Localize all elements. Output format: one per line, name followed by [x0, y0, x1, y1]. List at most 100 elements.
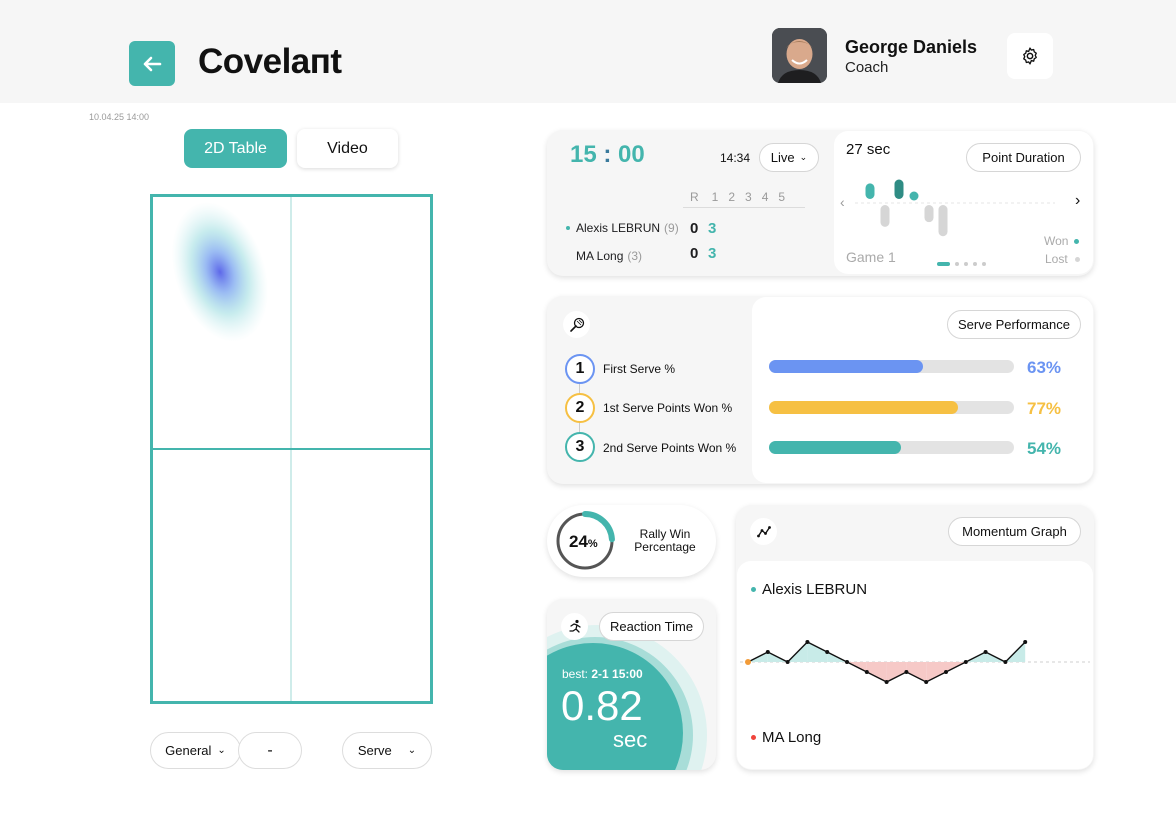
momentum-point	[864, 670, 869, 674]
serve-label-1st-won: 1st Serve Points Won %	[603, 401, 733, 415]
serve-step-2: 2	[565, 393, 595, 423]
reaction-best: best: 2-1 15:00	[562, 667, 643, 681]
serve-bar-2nd-won	[769, 441, 1014, 454]
red-dot	[751, 735, 756, 740]
settings-button[interactable]	[1007, 33, 1053, 79]
reaction-time-button[interactable]: Reaction Time	[599, 612, 704, 641]
chevron-down-icon: ⌄	[799, 152, 808, 162]
player-name: Alexis LEBRUN	[576, 221, 661, 235]
avatar[interactable]	[772, 28, 827, 83]
duration-bar-lost	[924, 205, 934, 223]
serve-label-2nd-won: 2nd Serve Points Won %	[603, 441, 737, 455]
momentum-bottom-player-name: MA Long	[762, 729, 822, 746]
momentum-area	[886, 662, 907, 682]
momentum-point	[785, 660, 790, 664]
running-icon	[561, 613, 588, 640]
momentum-point	[924, 680, 929, 684]
page-dot[interactable]	[982, 262, 986, 266]
serve-pct-1st-won: 77%	[1027, 399, 1062, 418]
avatar-image	[772, 28, 827, 83]
player-game: 3	[708, 220, 717, 237]
live-dropdown-label: Live	[770, 150, 795, 165]
chevron-down-icon: ⌄	[217, 745, 226, 756]
general-filter-label: General	[165, 743, 212, 758]
player-name: MA Long	[576, 249, 624, 263]
filter-separator[interactable]: -	[238, 732, 302, 769]
momentum-point	[1023, 640, 1028, 644]
momentum-area	[866, 662, 887, 682]
momentum-point	[904, 670, 909, 674]
col-header-1: 1	[711, 190, 719, 204]
chevron-left-icon[interactable]: ‹	[840, 194, 845, 210]
trend-icon	[750, 518, 777, 545]
game-label: Game 1	[846, 249, 896, 265]
serve-pct-2nd-won: 54%	[1027, 439, 1062, 458]
col-header-3: 3	[745, 190, 752, 204]
serve-bar-fill	[769, 441, 902, 454]
col-header-5: 5	[778, 190, 786, 204]
current-time: 14:34	[720, 151, 751, 165]
momentum-point	[745, 659, 751, 665]
table-tennis-table[interactable]	[150, 194, 433, 704]
chevron-right-icon[interactable]: ›	[1075, 192, 1080, 210]
clock-minutes: 15	[570, 141, 597, 168]
player-game: 3	[708, 245, 717, 262]
legend-lost-label: Lost	[1045, 252, 1068, 266]
general-filter[interactable]: General ⌄	[150, 732, 241, 769]
rally-unit: %	[587, 538, 598, 550]
user-role: Coach	[845, 59, 889, 76]
live-dropdown[interactable]: Live ⌄	[759, 143, 819, 172]
legend-won-dot	[1074, 238, 1080, 244]
serve-performance-button[interactable]: Serve Performance	[947, 310, 1081, 339]
back-button[interactable]	[129, 41, 175, 86]
tab-2d-table[interactable]: 2D Table	[184, 129, 287, 168]
racket-icon	[563, 311, 590, 338]
momentum-point	[944, 670, 948, 674]
match-clock: 15 : 00	[570, 141, 645, 169]
serve-bar-first	[769, 360, 1014, 373]
serve-filter[interactable]: Serve ⌄	[342, 732, 432, 769]
momentum-area	[807, 642, 828, 662]
serve-bar-1st-won	[769, 401, 1014, 414]
player-row[interactable]: MA Long (3)	[576, 249, 642, 263]
arrow-left-icon	[143, 56, 162, 71]
momentum-point	[963, 660, 968, 664]
page-dot[interactable]	[973, 262, 977, 266]
duration-bar-lost	[938, 205, 948, 237]
duration-bar-won	[894, 179, 904, 199]
duration-bar-lost	[880, 205, 890, 227]
point-duration-button[interactable]: Point Duration	[966, 143, 1081, 172]
clock-seconds: 00	[618, 141, 645, 168]
serve-step-1: 1	[565, 354, 595, 384]
momentum-area	[906, 662, 927, 682]
legend-lost: Lost	[1045, 252, 1080, 266]
tab-video[interactable]: Video	[297, 129, 398, 168]
momentum-point	[983, 650, 988, 654]
serving-dot	[566, 226, 570, 230]
momentum-graph-button[interactable]: Momentum Graph	[948, 517, 1081, 546]
player-rank: (3)	[627, 249, 643, 263]
serve-filter-label: Serve	[357, 743, 392, 758]
page-dot[interactable]	[964, 262, 968, 266]
rally-value: 24%	[569, 532, 598, 552]
col-header-r: R	[690, 190, 699, 204]
score-column-headers: R 1 2 3 4 5	[690, 190, 785, 204]
reaction-best-value: 2-1 15:00	[591, 667, 643, 681]
player-row[interactable]: Alexis LEBRUN (9)	[566, 221, 679, 235]
rally-label-line2: Percentage	[634, 540, 696, 554]
momentum-point	[825, 650, 830, 654]
legend-won-label: Won	[1044, 234, 1069, 248]
legend-lost-dot	[1074, 256, 1080, 262]
pagination-dots[interactable]	[937, 262, 986, 266]
duration-bar-won	[865, 183, 875, 199]
col-header-4: 4	[761, 190, 769, 204]
page-dot[interactable]	[955, 262, 959, 266]
legend-won: Won	[1044, 234, 1080, 248]
momentum-area	[926, 662, 946, 682]
top-bar	[0, 0, 1176, 103]
duration-bar-won	[909, 191, 919, 201]
momentum-point	[805, 640, 810, 644]
momentum-top-player-name: Alexis LEBRUN	[762, 581, 868, 598]
serve-pct-first: 63%	[1027, 358, 1062, 377]
page-dot-active[interactable]	[937, 262, 950, 266]
